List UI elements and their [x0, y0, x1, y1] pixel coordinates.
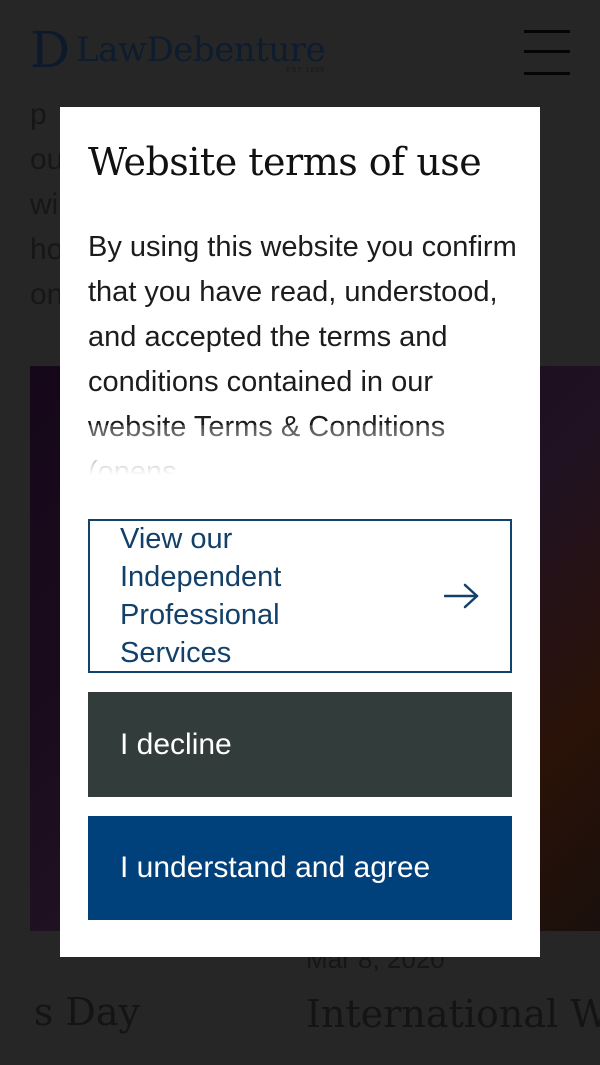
body-fade-overlay — [88, 425, 528, 475]
view-independent-services-button[interactable]: View our Independent Professional Servic… — [88, 519, 512, 673]
decline-label: I decline — [120, 727, 232, 761]
logo-brand-text: LawDebenture — [76, 30, 326, 70]
logo-established: EST 1889 — [286, 67, 326, 74]
dialog-title: Website terms of use — [88, 140, 482, 184]
decline-button[interactable]: I decline — [88, 692, 512, 797]
logo-mark: D — [30, 21, 70, 79]
agree-button[interactable]: I understand and agree — [88, 816, 512, 920]
dialog-body-scroll[interactable]: By using this website you confirm that y… — [88, 225, 528, 475]
agree-label: I understand and agree — [120, 851, 431, 884]
site-header: D LawDebenture EST 1889 — [0, 0, 600, 100]
article-title-right: International Wo — [306, 992, 600, 1036]
law-debenture-logo[interactable]: D LawDebenture EST 1889 — [30, 21, 326, 79]
arrow-right-icon — [444, 583, 479, 609]
terms-of-use-dialog: Website terms of use By using this websi… — [60, 107, 540, 957]
article-title-left: n's Day — [30, 990, 140, 1034]
hamburger-menu-icon[interactable] — [524, 28, 572, 76]
view-services-label: View our Independent Professional Servic… — [120, 523, 282, 669]
